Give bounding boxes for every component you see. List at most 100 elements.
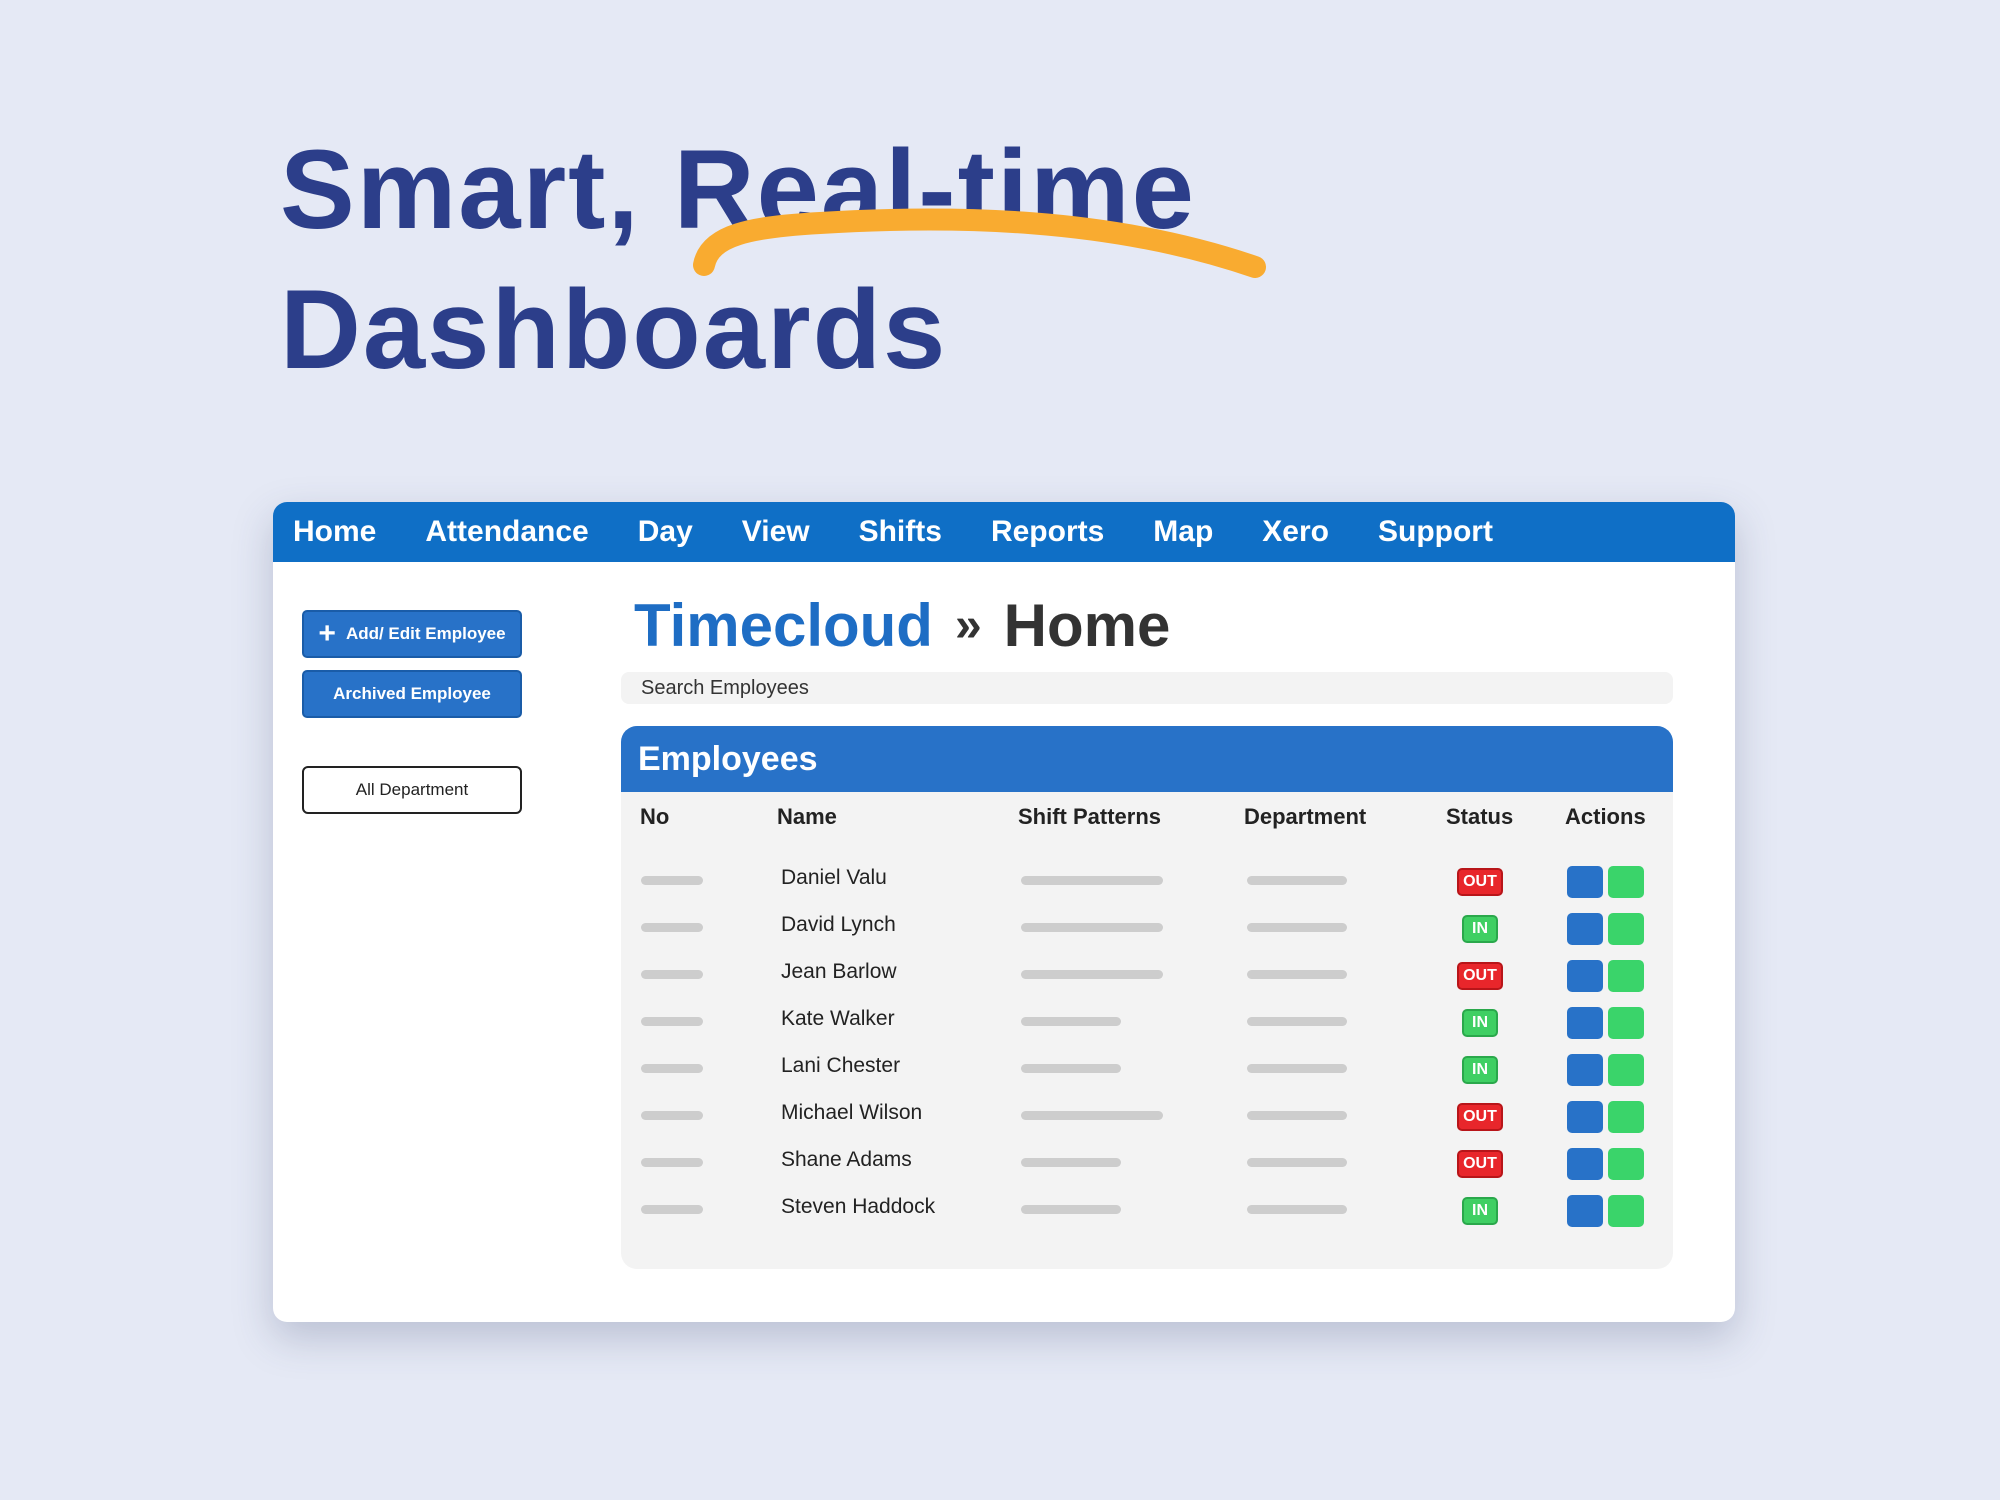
column-header-shift-patterns: Shift Patterns xyxy=(1018,804,1162,829)
brand-link[interactable]: Timecloud xyxy=(634,591,933,660)
add-edit-employee-button[interactable]: + Add/ Edit Employee xyxy=(302,610,522,658)
view-action-button[interactable] xyxy=(1608,960,1644,992)
status-badge: IN xyxy=(1462,915,1498,943)
plus-icon: + xyxy=(318,617,336,650)
nav-item-support[interactable]: Support xyxy=(1378,515,1493,549)
status-badge: IN xyxy=(1462,1009,1498,1037)
row-number-placeholder xyxy=(641,876,703,885)
archived-employee-label: Archived Employee xyxy=(333,684,491,703)
view-action-button[interactable] xyxy=(1608,913,1644,945)
nav-item-shifts[interactable]: Shifts xyxy=(859,515,942,549)
employee-name: David Lynch xyxy=(781,913,896,936)
column-header-department: Department xyxy=(1244,804,1367,829)
row-number-placeholder xyxy=(641,923,703,932)
employees-panel: Employees No Name Shift Patterns Departm… xyxy=(621,726,1673,1269)
archived-employee-button[interactable]: Archived Employee xyxy=(302,670,522,718)
department-placeholder xyxy=(1247,1017,1347,1026)
status-badge: OUT xyxy=(1457,962,1503,990)
column-header-name: Name xyxy=(777,804,837,829)
edit-action-button[interactable] xyxy=(1567,913,1603,945)
edit-action-button[interactable] xyxy=(1567,1195,1603,1227)
edit-action-button[interactable] xyxy=(1567,1007,1603,1039)
table-header: No Name Shift Patterns Department Status… xyxy=(621,792,1673,846)
employee-name: Lani Chester xyxy=(781,1054,901,1077)
table-row[interactable]: Lani Chester IN xyxy=(621,1044,1673,1091)
status-badge: IN xyxy=(1462,1056,1498,1084)
edit-action-button[interactable] xyxy=(1567,1054,1603,1086)
department-placeholder xyxy=(1247,1158,1347,1167)
nav-item-home[interactable]: Home xyxy=(293,515,376,549)
employees-panel-title: Employees xyxy=(621,726,1673,792)
row-number-placeholder xyxy=(641,1017,703,1026)
department-placeholder xyxy=(1247,923,1347,932)
row-number-placeholder xyxy=(641,1111,703,1120)
shift-pattern-placeholder xyxy=(1021,1158,1121,1167)
table-row[interactable]: Kate Walker IN xyxy=(621,997,1673,1044)
department-filter-button[interactable]: All Department xyxy=(302,766,522,814)
row-number-placeholder xyxy=(641,970,703,979)
department-placeholder xyxy=(1247,876,1347,885)
nav-item-xero[interactable]: Xero xyxy=(1262,515,1329,549)
shift-pattern-placeholder xyxy=(1021,1064,1121,1073)
view-action-button[interactable] xyxy=(1608,1195,1644,1227)
search-input[interactable] xyxy=(621,672,1673,704)
department-placeholder xyxy=(1247,1111,1347,1120)
shift-pattern-placeholder xyxy=(1021,1017,1121,1026)
breadcrumb: Timecloud » Home xyxy=(621,580,1673,670)
shift-pattern-placeholder xyxy=(1021,923,1163,932)
table-body: Daniel Valu OUT David Lynch IN Jean Barlow OU… xyxy=(621,846,1673,1232)
shift-pattern-placeholder xyxy=(1021,970,1163,979)
employee-name: Jean Barlow xyxy=(781,960,897,983)
employee-name: Steven Haddock xyxy=(781,1195,936,1218)
view-action-button[interactable] xyxy=(1608,1148,1644,1180)
breadcrumb-separator: » xyxy=(954,598,982,652)
row-number-placeholder xyxy=(641,1064,703,1073)
employee-name: Michael Wilson xyxy=(781,1101,923,1124)
row-number-placeholder xyxy=(641,1205,703,1214)
status-badge: OUT xyxy=(1457,1150,1503,1178)
table-row[interactable]: Shane Adams OUT xyxy=(621,1138,1673,1185)
table-row[interactable]: Steven Haddock IN xyxy=(621,1185,1673,1232)
row-number-placeholder xyxy=(641,1158,703,1167)
table-row[interactable]: Jean Barlow OUT xyxy=(621,950,1673,997)
app-window: Home Attendance Day View Shifts Reports Map Xer… xyxy=(273,502,1735,1322)
employee-name: Shane Adams xyxy=(781,1148,912,1171)
column-header-actions: Actions xyxy=(1565,804,1646,829)
main-content: Timecloud » Home Employees No Name Shift… xyxy=(621,580,1673,1269)
column-header-no: No xyxy=(640,804,670,829)
sidebar: + Add/ Edit Employee Archived Employee A… xyxy=(302,610,522,814)
shift-pattern-placeholder xyxy=(1021,1111,1163,1120)
status-badge: OUT xyxy=(1457,1103,1503,1131)
shift-pattern-placeholder xyxy=(1021,876,1163,885)
view-action-button[interactable] xyxy=(1608,866,1644,898)
view-action-button[interactable] xyxy=(1608,1007,1644,1039)
status-badge: IN xyxy=(1462,1197,1498,1225)
edit-action-button[interactable] xyxy=(1567,1101,1603,1133)
employee-name: Kate Walker xyxy=(781,1007,895,1030)
employee-name: Daniel Valu xyxy=(781,866,887,889)
nav-item-attendance[interactable]: Attendance xyxy=(425,515,588,549)
nav-item-map[interactable]: Map xyxy=(1153,515,1213,549)
edit-action-button[interactable] xyxy=(1567,1148,1603,1180)
accent-swoosh xyxy=(693,208,1266,278)
column-header-status: Status xyxy=(1446,804,1514,829)
department-placeholder xyxy=(1247,1064,1347,1073)
nav-item-day[interactable]: Day xyxy=(638,515,693,549)
department-placeholder xyxy=(1247,970,1347,979)
shift-pattern-placeholder xyxy=(1021,1205,1121,1214)
edit-action-button[interactable] xyxy=(1567,960,1603,992)
top-nav: Home Attendance Day View Shifts Reports Map Xer… xyxy=(273,502,1735,562)
page-title: Home xyxy=(1003,591,1171,659)
edit-action-button[interactable] xyxy=(1567,866,1603,898)
nav-item-reports[interactable]: Reports xyxy=(991,515,1104,549)
nav-item-view[interactable]: View xyxy=(742,515,810,549)
status-badge: OUT xyxy=(1457,868,1503,896)
table-row[interactable]: David Lynch IN xyxy=(621,903,1673,950)
table-row[interactable]: Daniel Valu OUT xyxy=(621,856,1673,903)
view-action-button[interactable] xyxy=(1608,1054,1644,1086)
view-action-button[interactable] xyxy=(1608,1101,1644,1133)
department-filter-label: All Department xyxy=(355,780,469,799)
add-edit-employee-label: Add/ Edit Employee xyxy=(345,624,506,643)
department-placeholder xyxy=(1247,1205,1347,1214)
table-row[interactable]: Michael Wilson OUT xyxy=(621,1091,1673,1138)
